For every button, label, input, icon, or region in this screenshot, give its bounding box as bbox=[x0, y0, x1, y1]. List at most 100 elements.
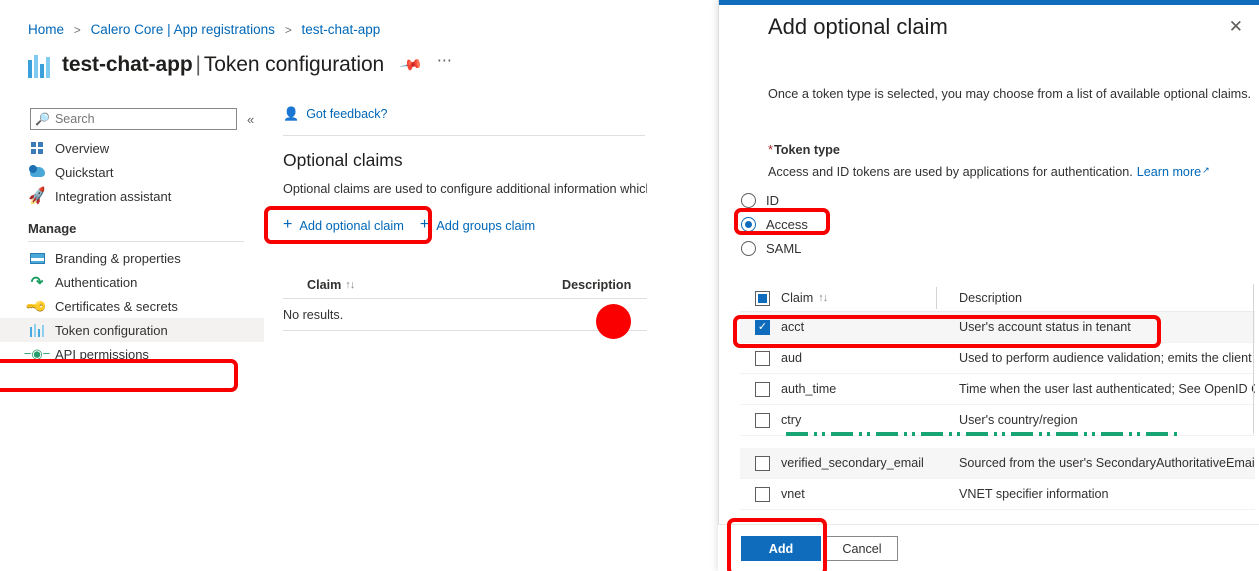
sidebar-item-label: Integration assistant bbox=[55, 188, 172, 204]
sidebar-item-certificates-secrets[interactable]: 🔑 Certificates & secrets bbox=[0, 294, 264, 318]
radio-label: Access bbox=[766, 216, 808, 232]
learn-more-label: Learn more bbox=[1136, 165, 1202, 179]
sort-icon: ↑↓ bbox=[345, 279, 355, 291]
claims-picker-table-bottom: verified_secondary_email Sourced from th… bbox=[740, 448, 1255, 510]
sidebar-item-overview[interactable]: Overview bbox=[0, 136, 264, 160]
radio-icon bbox=[741, 240, 756, 256]
sidebar: 🔍 « Overview Quickstart 🚀 bbox=[0, 104, 264, 424]
sidebar-item-label: Quickstart bbox=[55, 164, 114, 180]
radio-option-saml[interactable]: SAML bbox=[741, 236, 808, 260]
sidebar-divider bbox=[28, 241, 244, 242]
claims-picker-table: Claim ↑↓ Description ✓ acct User's accou… bbox=[740, 285, 1255, 436]
picker-header-row: Claim ↑↓ Description bbox=[740, 285, 1255, 311]
feedback-icon: 👤 bbox=[283, 106, 300, 121]
sidebar-item-label: Authentication bbox=[55, 274, 138, 290]
sidebar-item-branding-properties[interactable]: Branding & properties bbox=[0, 246, 264, 270]
command-bar: + Add optional claim + Add groups claim bbox=[283, 212, 683, 238]
row-checkbox[interactable] bbox=[755, 412, 770, 428]
page-header: test-chat-app | Token configuration 📌 ⋯ bbox=[26, 48, 453, 82]
page-title-page: Token configuration bbox=[203, 53, 385, 76]
add-button[interactable]: Add bbox=[741, 536, 821, 561]
search-input[interactable] bbox=[54, 112, 225, 126]
pin-icon[interactable]: 📌 bbox=[399, 52, 425, 78]
radio-option-id[interactable]: ID bbox=[741, 188, 808, 212]
rocket-icon: 🚀 bbox=[26, 186, 48, 207]
authentication-icon: ↷ bbox=[30, 274, 44, 291]
sort-icon: ↑↓ bbox=[818, 292, 828, 304]
optional-claims-table: Claim ↑↓ Description No results. bbox=[283, 278, 647, 331]
row-checkbox[interactable] bbox=[755, 350, 770, 366]
picker-row-verified-secondary-email[interactable]: verified_secondary_email Sourced from th… bbox=[740, 448, 1255, 479]
picker-column-description-label: Description bbox=[959, 291, 1022, 305]
page-header-actions: 📌 ⋯ bbox=[399, 52, 453, 78]
learn-more-link[interactable]: Learn more↗ bbox=[1137, 165, 1210, 179]
got-feedback-button[interactable]: 👤 Got feedback? bbox=[283, 104, 683, 124]
sidebar-item-integration-assistant[interactable]: 🚀 Integration assistant bbox=[0, 184, 264, 208]
breadcrumb-separator: > bbox=[284, 23, 292, 37]
grid-icon bbox=[28, 140, 46, 156]
token-type-radio-group: ID Access SAML bbox=[741, 188, 808, 260]
page-title-app: test-chat-app bbox=[62, 53, 193, 76]
search-icon: 🔍 bbox=[35, 112, 50, 126]
sidebar-item-token-configuration[interactable]: Token configuration bbox=[0, 318, 264, 342]
token-bars-icon bbox=[28, 322, 46, 338]
add-groups-claim-button[interactable]: + Add groups claim bbox=[420, 212, 551, 238]
breadcrumb-item-home[interactable]: Home bbox=[28, 22, 64, 37]
screenshot-root: Home > Calero Core | App registrations >… bbox=[0, 0, 1259, 571]
row-checkbox[interactable] bbox=[755, 486, 770, 502]
picker-claim-cell: ctry bbox=[740, 412, 945, 428]
select-all-checkbox[interactable] bbox=[755, 290, 770, 306]
picker-row-auth-time[interactable]: auth_time Time when the user last authen… bbox=[740, 374, 1255, 405]
radio-icon bbox=[741, 216, 756, 232]
column-header-description: Description bbox=[562, 278, 632, 292]
elision-marker bbox=[786, 432, 1180, 436]
sidebar-item-quickstart[interactable]: Quickstart bbox=[0, 160, 264, 184]
azure-portal-page: Home > Calero Core | App registrations >… bbox=[0, 0, 722, 571]
sidebar-item-authentication[interactable]: ↷ Authentication bbox=[0, 270, 264, 294]
picker-claim-description: User's country/region bbox=[959, 413, 1078, 427]
plus-icon: + bbox=[283, 216, 293, 233]
row-checkbox[interactable] bbox=[755, 455, 770, 471]
breadcrumb-item-test-chat-app[interactable]: test-chat-app bbox=[301, 22, 380, 37]
branding-icon bbox=[28, 250, 46, 266]
column-header-claim[interactable]: Claim ↑↓ bbox=[283, 278, 562, 292]
panel-intro-text: Once a token type is selected, you may c… bbox=[768, 87, 1252, 101]
collapse-sidebar-icon[interactable]: « bbox=[247, 112, 254, 127]
add-groups-claim-label: Add groups claim bbox=[436, 217, 536, 233]
picker-claim-description: Time when the user last authenticated; S… bbox=[959, 382, 1255, 396]
panel-title: Add optional claim bbox=[768, 14, 948, 39]
breadcrumb-separator: > bbox=[73, 23, 81, 37]
ellipsis-icon[interactable]: ⋯ bbox=[437, 51, 453, 69]
picker-column-divider bbox=[1253, 284, 1254, 434]
sidebar-item-api-permissions[interactable]: −◉− API permissions bbox=[0, 342, 264, 366]
picker-claim-cell: ✓ acct bbox=[740, 319, 945, 335]
empty-message: No results. bbox=[283, 307, 344, 322]
picker-claim-description: User's account status in tenant bbox=[959, 320, 1131, 334]
sidebar-nav-list: Overview Quickstart 🚀 Integration assist… bbox=[0, 136, 264, 366]
picker-claim-description: Used to perform audience validation; emi… bbox=[959, 351, 1255, 365]
row-checkbox[interactable] bbox=[755, 381, 770, 397]
sidebar-section-manage: Manage bbox=[28, 221, 77, 236]
token-type-label: *Token type bbox=[768, 143, 840, 157]
section-title-optional-claims: Optional claims bbox=[283, 150, 403, 170]
sidebar-item-label: API permissions bbox=[55, 346, 149, 362]
token-type-label-text: Token type bbox=[773, 143, 840, 157]
picker-row-vnet[interactable]: vnet VNET specifier information bbox=[740, 479, 1255, 510]
breadcrumb-item-app-registrations[interactable]: Calero Core | App registrations bbox=[91, 22, 275, 37]
close-icon[interactable]: ✕ bbox=[1229, 18, 1243, 35]
api-permissions-icon: −◉− bbox=[23, 346, 51, 361]
external-link-icon: ↗ bbox=[1202, 165, 1210, 175]
main-content: 👤 Got feedback? Optional claims Optional… bbox=[283, 104, 683, 331]
table-header-row: Claim ↑↓ Description bbox=[283, 278, 647, 298]
picker-claim-cell: verified_secondary_email bbox=[740, 455, 945, 471]
search-box[interactable]: 🔍 bbox=[30, 108, 237, 130]
radio-option-access[interactable]: Access bbox=[741, 212, 808, 236]
row-checkbox[interactable]: ✓ bbox=[755, 319, 770, 335]
add-optional-claim-button[interactable]: + Add optional claim bbox=[283, 212, 420, 238]
picker-claim-name: aud bbox=[781, 351, 803, 365]
picker-row-aud[interactable]: aud Used to perform audience validation;… bbox=[740, 343, 1255, 374]
plus-icon: + bbox=[419, 216, 430, 233]
cancel-button[interactable]: Cancel bbox=[826, 536, 898, 561]
picker-row-acct[interactable]: ✓ acct User's account status in tenant bbox=[740, 312, 1255, 343]
section-description: Optional claims are used to configure ad… bbox=[283, 182, 647, 196]
